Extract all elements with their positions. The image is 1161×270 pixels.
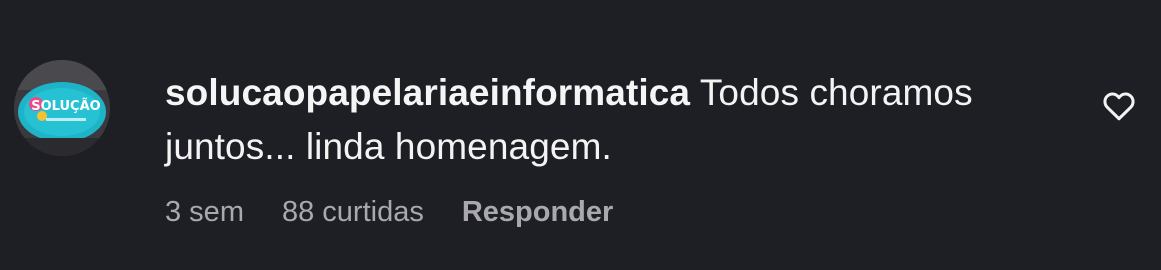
comment-body: solucaopapelariaeinformatica Todos chora…: [165, 66, 1065, 174]
heart-outline-icon: [1103, 92, 1135, 121]
avatar-logo-text: SOLUÇÃO: [31, 98, 100, 114]
avatar[interactable]: SOLUÇÃO: [14, 60, 110, 156]
username-link[interactable]: solucaopapelariaeinformatica: [165, 72, 690, 113]
comment-meta: 3 sem 88 curtidas Responder: [165, 196, 651, 229]
comment-item: SOLUÇÃO solucaopapelariaeinformatica Tod…: [0, 0, 1161, 270]
like-button[interactable]: [1100, 88, 1138, 124]
avatar-image: SOLUÇÃO: [14, 60, 110, 156]
like-count[interactable]: 88 curtidas: [282, 196, 424, 229]
comment-timestamp[interactable]: 3 sem: [165, 196, 244, 229]
reply-button[interactable]: Responder: [462, 196, 613, 229]
